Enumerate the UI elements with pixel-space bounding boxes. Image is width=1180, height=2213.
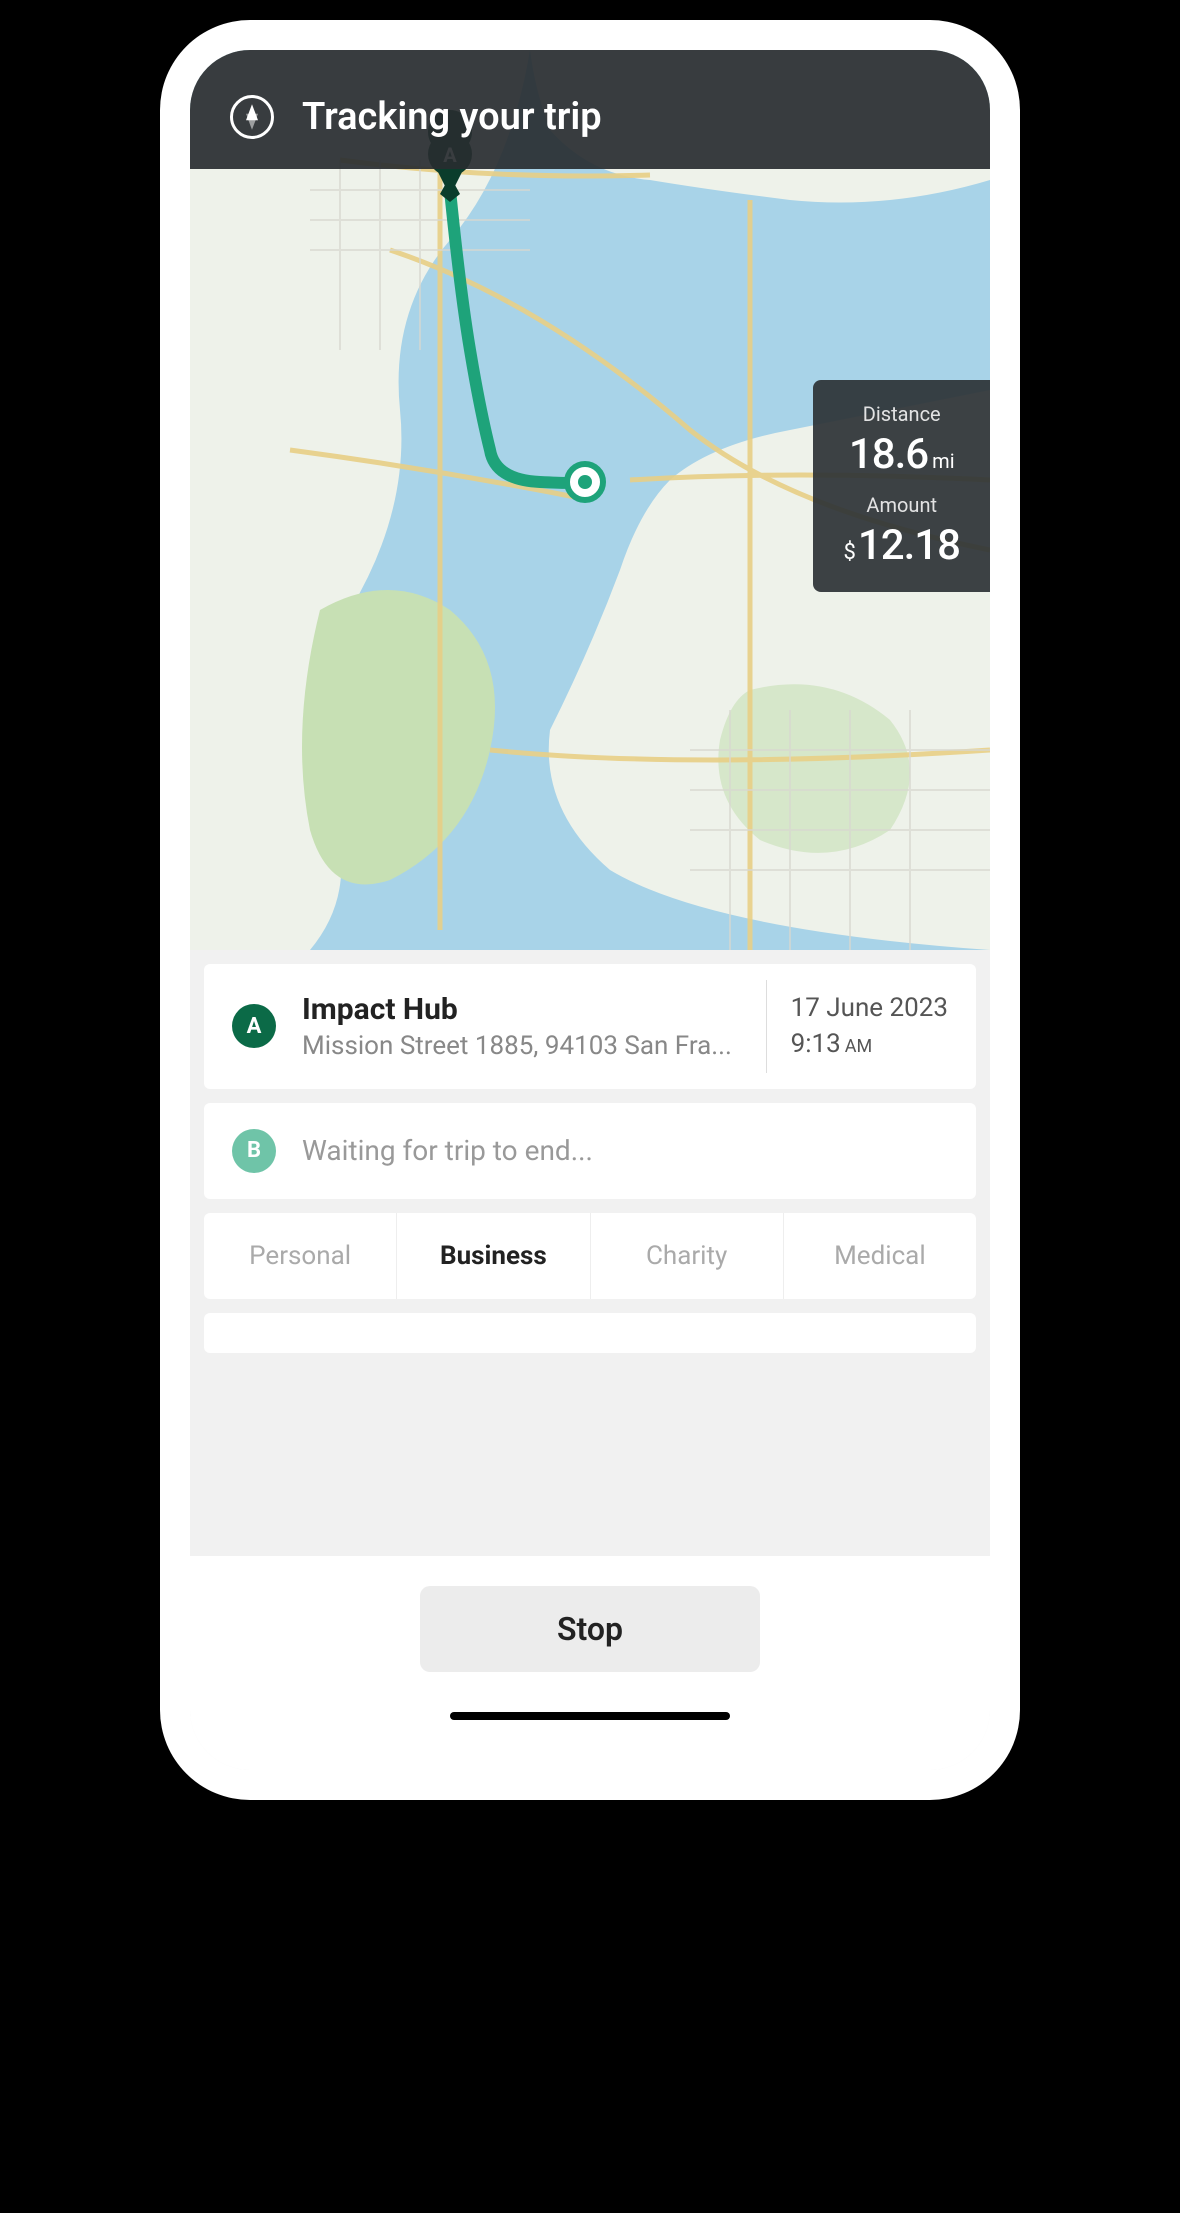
stop-button[interactable]: Stop: [420, 1586, 760, 1672]
origin-date: 17 June 2023: [791, 990, 948, 1026]
header-title: Tracking your trip: [302, 95, 602, 139]
destination-status: Waiting for trip to end...: [302, 1134, 593, 1167]
trip-stats-panel: Distance 18.6mi Amount $12.18: [813, 380, 990, 592]
destination-card[interactable]: B Waiting for trip to end...: [204, 1103, 976, 1199]
header-bar: Tracking your trip: [190, 50, 990, 169]
origin-datetime: 17 June 2023 9:13AM: [791, 990, 948, 1063]
category-tabs: Personal Business Charity Medical: [204, 1213, 976, 1299]
distance-unit: mi: [932, 449, 954, 473]
origin-name: Impact Hub: [302, 992, 742, 1027]
tab-medical[interactable]: Medical: [784, 1213, 976, 1299]
bottom-bar: Stop: [190, 1556, 990, 1770]
tab-business[interactable]: Business: [397, 1213, 590, 1299]
destination-pin-badge: B: [232, 1129, 276, 1173]
amount-value: 12.18: [858, 521, 960, 570]
origin-address: Mission Street 1885, 94103 San Fra...: [302, 1031, 732, 1061]
map-marker-current[interactable]: [567, 464, 603, 500]
origin-pin-badge: A: [232, 1004, 276, 1048]
divider: [766, 980, 767, 1073]
map-view[interactable]: A Distance 18.6mi: [190, 50, 990, 950]
origin-time: 9:13: [791, 1029, 841, 1059]
screen: Tracking your trip: [190, 50, 990, 1770]
origin-card[interactable]: A Impact Hub Mission Street 1885, 94103 …: [204, 964, 976, 1089]
tab-charity[interactable]: Charity: [591, 1213, 784, 1299]
home-indicator[interactable]: [450, 1712, 730, 1720]
distance-value: 18.6: [849, 430, 928, 479]
trip-cards: A Impact Hub Mission Street 1885, 94103 …: [190, 950, 990, 1353]
amount-label: Amount: [843, 493, 960, 517]
tab-personal[interactable]: Personal: [204, 1213, 397, 1299]
distance-stat: Distance 18.6mi: [843, 402, 960, 479]
extra-card[interactable]: [204, 1313, 976, 1353]
phone-frame: Tracking your trip: [160, 20, 1020, 1800]
origin-body: Impact Hub Mission Street 1885, 94103 Sa…: [302, 992, 742, 1061]
compass-icon: [230, 95, 274, 139]
distance-label: Distance: [843, 402, 960, 426]
origin-ampm: AM: [845, 1036, 872, 1057]
amount-stat: Amount $12.18: [843, 493, 960, 570]
amount-prefix: $: [843, 540, 855, 565]
